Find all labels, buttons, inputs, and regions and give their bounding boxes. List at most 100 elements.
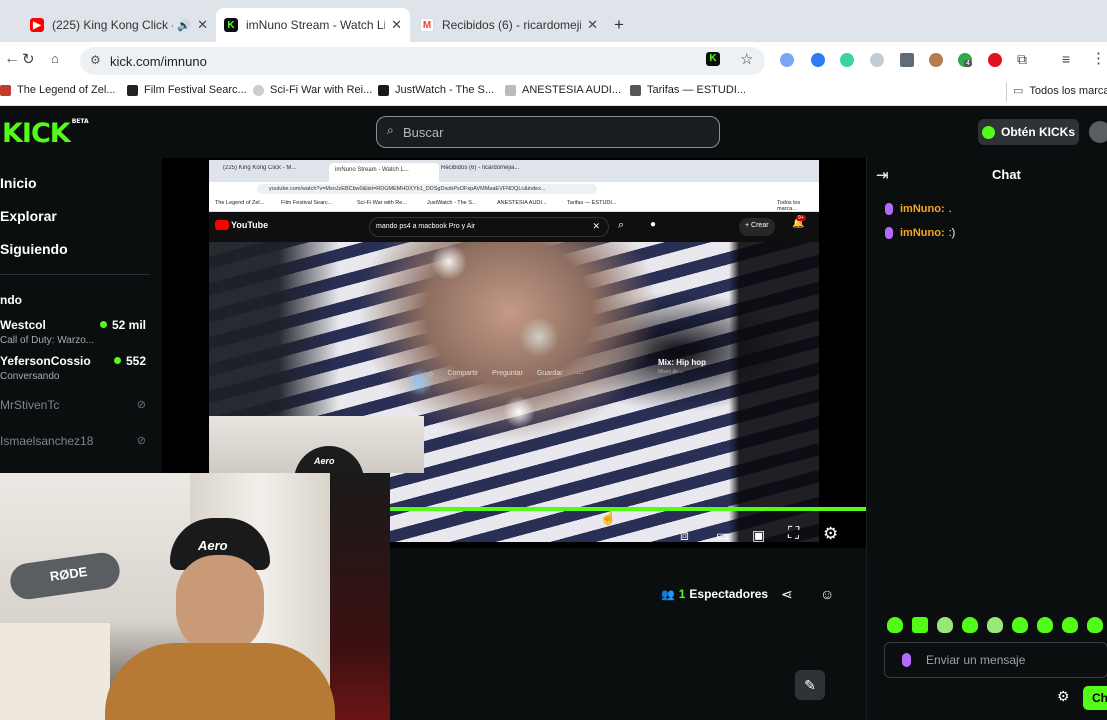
sidebar-channel-mrstiventc[interactable]: MrStivenTc ⊘	[0, 398, 150, 412]
mic-brand-text: RØDE	[48, 563, 89, 585]
extension-icon[interactable]	[870, 53, 884, 67]
progress-bar[interactable]	[390, 507, 866, 511]
bookmark-favicon-icon	[630, 84, 641, 96]
channel-category: Call of Duty: Warzo...	[0, 335, 95, 346]
sidebar-channel-westcol[interactable]: Westcol Call of Duty: Warzo... 52 mil	[0, 318, 150, 346]
viewer-count: 👥 1 Espectadores	[661, 587, 768, 601]
share-icon[interactable]: ⋖	[781, 586, 793, 603]
bookmark-item[interactable]: The Legend of Zel...	[0, 84, 115, 96]
chat-input[interactable]: Enviar un mensaje	[884, 642, 1107, 678]
settings-gear-icon[interactable]: ⚙	[823, 524, 838, 544]
chat-send-button[interactable]: Ch	[1083, 686, 1107, 710]
microphone: RØDE	[8, 550, 122, 602]
youtube-search: mando ps4 a macbook Pro y Air ✕	[369, 217, 609, 237]
browser-tab-kick[interactable]: K imNuno Stream - Watch Live ✕	[216, 8, 410, 42]
follow-user-icon[interactable]: ☺	[820, 586, 834, 602]
bookmark-star-icon[interactable]: ☆	[740, 50, 753, 68]
emote-icon[interactable]	[987, 617, 1003, 633]
home-icon[interactable]: ⌂	[51, 51, 59, 66]
kick-icon: K	[224, 18, 238, 32]
bookmark-item[interactable]: JustWatch - The S...	[378, 84, 494, 96]
theater-icon[interactable]: ▭	[716, 527, 729, 544]
media-control-icon[interactable]: ≡	[1062, 51, 1070, 67]
inner-bookmark: Todos los marca...	[777, 200, 801, 212]
emote-icon[interactable]	[937, 617, 953, 633]
emote-icon[interactable]	[1062, 617, 1078, 633]
chat-settings-icon[interactable]: ⚙	[1057, 688, 1070, 705]
translate-icon[interactable]	[780, 53, 794, 67]
chat-input-placeholder: Enviar un mensaje	[926, 653, 1026, 667]
sidebar-channel-ismaelsanchez18[interactable]: Ismaelsanchez18 ⊘	[0, 434, 150, 448]
menu-icon[interactable]: ⋮	[1091, 49, 1106, 67]
inner-address-bar: youtube.com/watch?v=MsnJzEBCbw0&list=RDG…	[209, 182, 819, 196]
close-tab-icon[interactable]: ✕	[587, 17, 598, 33]
chair-back	[330, 473, 390, 720]
youtube-topbar: YouTube mando ps4 a macbook Pro y Air ✕ …	[209, 212, 819, 242]
reload-icon[interactable]: ↻	[22, 50, 35, 68]
emote-icon[interactable]	[1037, 617, 1053, 633]
sidebar-channel-yefersoncossio[interactable]: YefersonCossio Conversando 552	[0, 354, 150, 382]
pip-icon[interactable]: ▣	[752, 527, 765, 544]
extension-icon[interactable]	[811, 53, 825, 67]
bookmark-item[interactable]: Sci-Fi War with Rei...	[253, 84, 372, 96]
avatar[interactable]	[1089, 121, 1107, 143]
bookmark-item[interactable]: ANESTESIA AUDI...	[505, 84, 621, 96]
get-kicks-label: Obtén KICKs	[1000, 125, 1075, 139]
new-tab-button[interactable]: +	[608, 14, 630, 36]
edit-button[interactable]: ✎	[795, 670, 825, 700]
url-text: kick.com/imnuno	[110, 53, 207, 69]
bookmark-favicon-icon	[505, 84, 516, 96]
mic-badge-icon	[902, 653, 911, 667]
extension-icon[interactable]	[840, 53, 854, 67]
collapse-chat-icon[interactable]: ⇥	[876, 166, 889, 184]
address-bar: ← ↻ ⌂ ⚙ kick.com/imnuno K ☆ 4 ⧉ ≡ ⋮	[0, 42, 1107, 78]
emote-icon[interactable]	[912, 617, 928, 633]
opera-icon[interactable]	[988, 53, 1002, 67]
bookmark-favicon-icon	[378, 84, 389, 96]
share-action: Compartir	[447, 370, 479, 377]
inner-bookmarks: The Legend of Zel... Film Festival Searc…	[209, 196, 819, 212]
browser-tab-gmail[interactable]: M Recibidos (6) - ricardomejiad ✕	[412, 8, 606, 42]
kicks-coin-icon	[981, 125, 995, 139]
sidebar-item-inicio[interactable]: Inicio	[0, 175, 37, 191]
chat-username[interactable]: imNuno:	[900, 203, 945, 215]
url-input[interactable]: ⚙ kick.com/imnuno K ☆	[80, 47, 765, 75]
sidebar-item-siguiendo[interactable]: Siguiendo	[0, 241, 68, 257]
site-info-icon[interactable]: ⚙	[90, 53, 101, 67]
search-input[interactable]: ⌕ Buscar	[376, 116, 720, 148]
cursor-icon: ☝	[600, 510, 617, 525]
chat-username[interactable]: imNuno:	[900, 227, 945, 239]
kick-logo[interactable]: KICK BETA	[2, 118, 89, 149]
clip-icon[interactable]: ⧈	[680, 527, 689, 544]
logo-text: KICK	[2, 118, 71, 149]
mix-title: Mix: Hip hop	[658, 358, 706, 367]
inner-browser-tabs: (225) King Kong Click - M... imNuno Stre…	[209, 160, 819, 182]
fullscreen-icon[interactable]: ⛶	[788, 525, 799, 543]
channel-name: MrStivenTc	[0, 398, 60, 412]
emote-icon[interactable]	[1087, 617, 1103, 633]
close-tab-icon[interactable]: ✕	[197, 17, 208, 33]
puzzle-icon[interactable]: ⧉	[1017, 51, 1027, 68]
emote-icon[interactable]	[962, 617, 978, 633]
get-kicks-button[interactable]: Obtén KICKs	[978, 119, 1079, 145]
extension-icon[interactable]	[900, 53, 914, 67]
save-action: Guardar	[536, 370, 563, 377]
jacket	[105, 643, 335, 720]
bookmark-item[interactable]: Tarifas — ESTUDI...	[630, 84, 746, 96]
close-tab-icon[interactable]: ✕	[391, 17, 402, 33]
extension-icon[interactable]: 4	[958, 53, 972, 67]
inner-tab: imNuno Stream - Watch L...	[329, 163, 439, 182]
emote-icon[interactable]	[1012, 617, 1028, 633]
bookmarks-folder[interactable]: ▭ Todos los marcad	[1013, 84, 1107, 98]
bookmark-item[interactable]: Film Festival Searc...	[127, 84, 247, 96]
back-arrow-icon[interactable]: ←	[4, 50, 20, 68]
emote-icon[interactable]	[887, 617, 903, 633]
webcam-background: Aero	[209, 416, 424, 473]
mix-card: Mix: Hip hop Mixes de ...	[658, 358, 748, 375]
kick-extension-icon[interactable]: K	[706, 52, 720, 66]
sidebar-item-explorar[interactable]: Explorar	[0, 208, 57, 224]
cookie-icon[interactable]	[929, 53, 943, 67]
youtube-search-icon: ⌕	[618, 219, 625, 231]
browser-tab-youtube[interactable]: ▶ (225) King Kong Click - M 🔊 ✕	[22, 8, 216, 42]
speaker-icon[interactable]: 🔊	[177, 19, 191, 32]
